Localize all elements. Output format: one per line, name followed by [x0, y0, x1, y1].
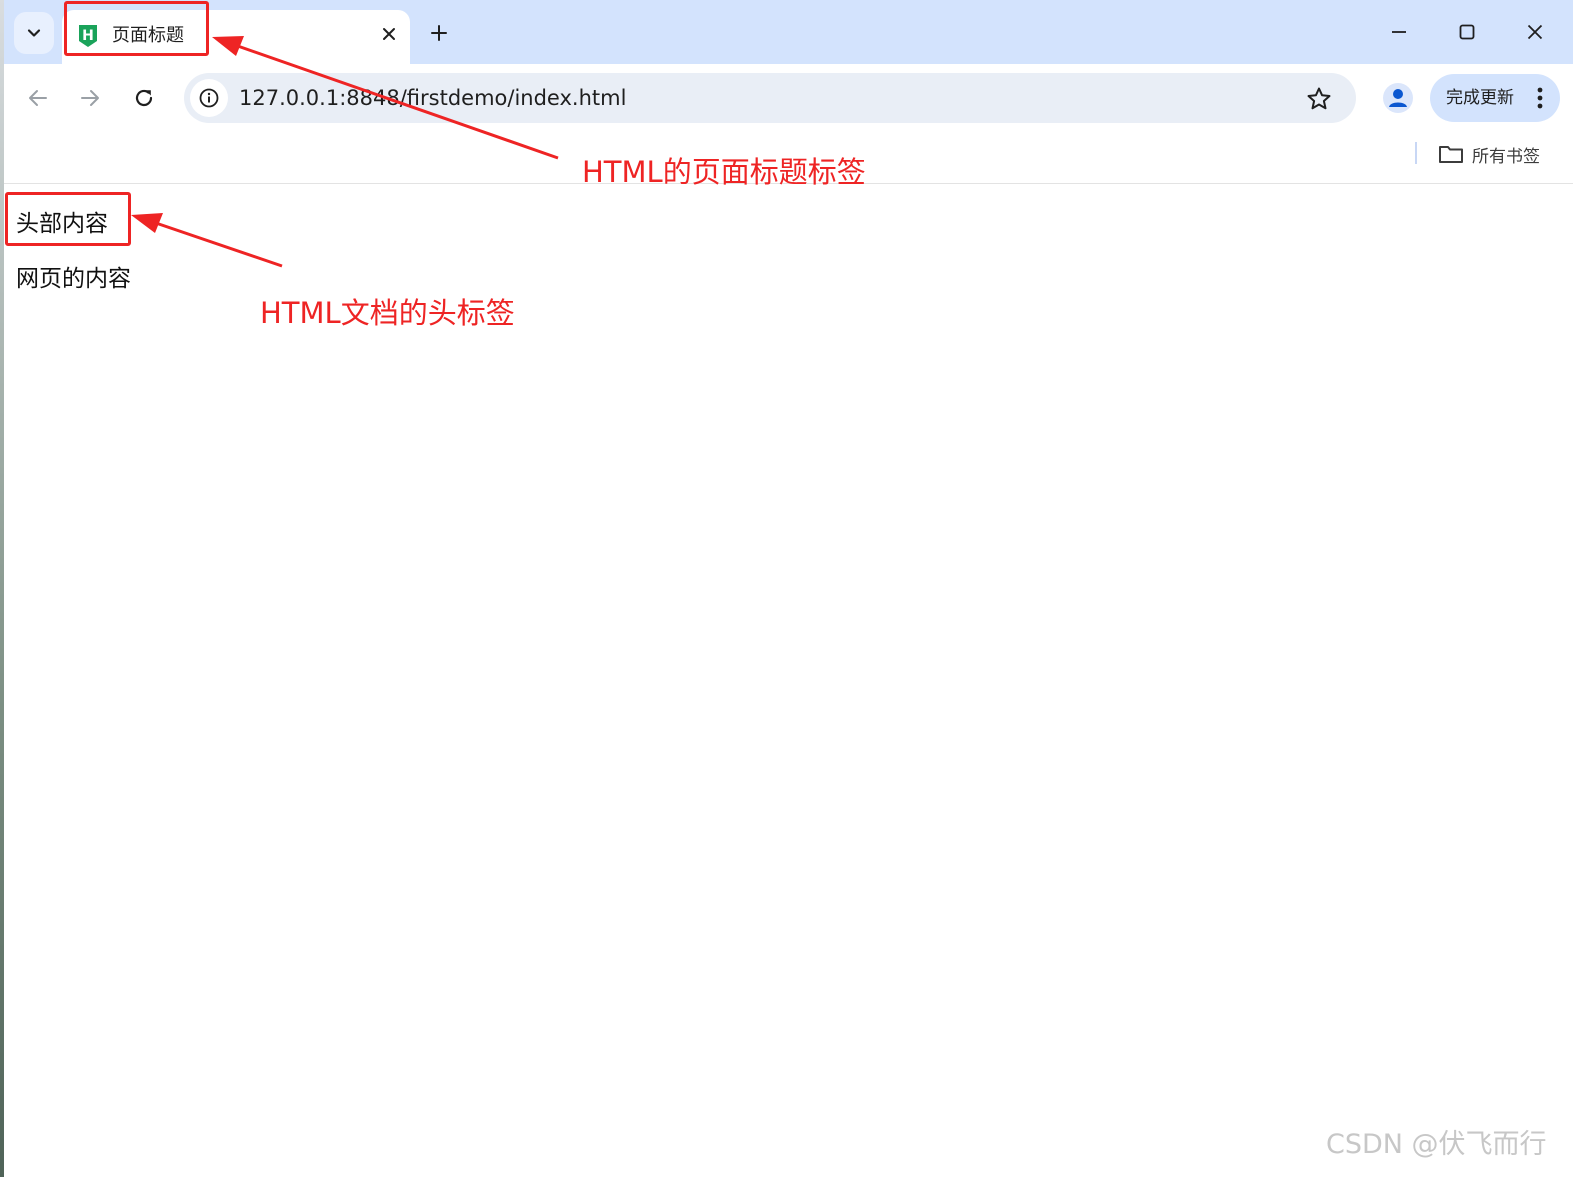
- tab-search-button[interactable]: [14, 12, 54, 54]
- toolbar: 127.0.0.1:8848/firstdemo/index.html 完成更新: [4, 64, 1573, 132]
- back-button[interactable]: [18, 78, 58, 118]
- update-button[interactable]: 完成更新: [1430, 74, 1560, 122]
- info-icon: [199, 88, 219, 108]
- arrow-right-icon: [81, 90, 99, 106]
- update-label: 完成更新: [1446, 88, 1514, 108]
- reload-button[interactable]: [124, 78, 164, 118]
- minimize-icon: [1392, 31, 1406, 33]
- profile-button[interactable]: [1380, 80, 1416, 116]
- maximize-icon: [1459, 24, 1475, 40]
- site-info-button[interactable]: [190, 79, 228, 117]
- arrow-left-icon: [29, 90, 47, 106]
- maximize-button[interactable]: [1442, 10, 1492, 54]
- bookmarks-divider: [1415, 142, 1417, 164]
- star-icon: [1307, 87, 1331, 110]
- annotation-label-title-tag: HTML的页面标题标签: [582, 155, 866, 189]
- browser-menu-button[interactable]: [1526, 82, 1554, 114]
- close-icon: [383, 28, 395, 40]
- forward-button[interactable]: [70, 78, 110, 118]
- bookmark-star-button[interactable]: [1302, 82, 1336, 116]
- url-text[interactable]: 127.0.0.1:8848/firstdemo/index.html: [239, 84, 626, 112]
- close-window-button[interactable]: [1510, 10, 1560, 54]
- body-text: 网页的内容: [16, 266, 131, 292]
- plus-icon: [431, 25, 447, 41]
- address-bar[interactable]: 127.0.0.1:8848/firstdemo/index.html: [184, 73, 1356, 123]
- reload-icon: [135, 89, 153, 107]
- kebab-menu-icon: [1537, 87, 1543, 109]
- annotation-header-highlight: [5, 192, 131, 246]
- close-icon: [1527, 24, 1543, 40]
- all-bookmarks-button[interactable]: 所有书签: [1438, 138, 1540, 170]
- page-content: 头部内容 网页的内容: [4, 185, 1573, 1177]
- tab-close-button[interactable]: [376, 21, 402, 47]
- watermark: CSDN @伏飞而行: [1326, 1129, 1547, 1160]
- all-bookmarks-label: 所有书签: [1472, 146, 1540, 167]
- minimize-button[interactable]: [1374, 10, 1424, 54]
- person-icon: [1383, 83, 1413, 113]
- annotation-label-head-tag: HTML文档的头标签: [260, 296, 515, 330]
- tab-strip: H 页面标题: [4, 0, 1573, 64]
- folder-icon: [1439, 146, 1463, 163]
- chevron-down-icon: [27, 29, 41, 37]
- annotation-tab-highlight: [64, 1, 209, 56]
- screen: H 页面标题 127.0.0.1:8848/firstdemo/index.ht…: [0, 0, 1573, 1177]
- new-tab-button[interactable]: [424, 18, 454, 48]
